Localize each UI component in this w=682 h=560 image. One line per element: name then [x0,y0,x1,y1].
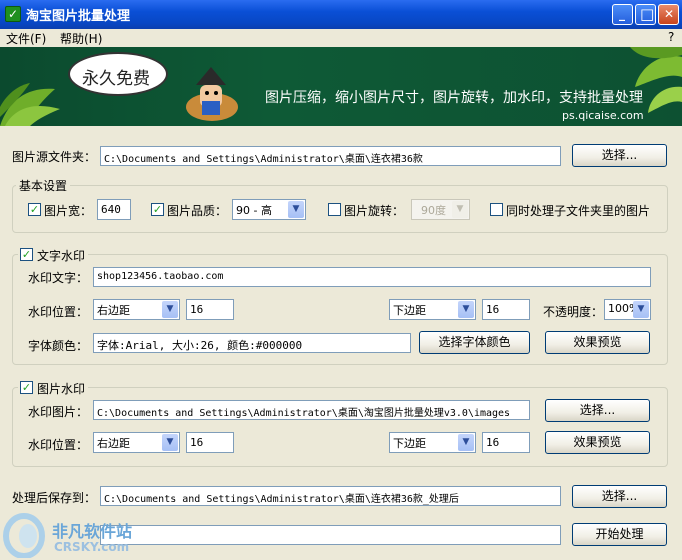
output-select-button[interactable]: 选择... [572,485,667,508]
image-vertical-position-value: 下边距 [393,437,426,450]
image-watermark-checkbox[interactable]: ✓ [20,381,33,394]
vertical-position-select[interactable]: 下边距 ▼ [389,299,476,320]
minimize-icon: _ [619,7,625,21]
chevron-down-icon: ▼ [162,301,178,318]
watermark-site-name: 非凡软件站 [52,522,133,541]
width-label: 图片宽： [44,204,93,218]
rotate-label: 图片旋转： [344,204,405,218]
horizontal-position-value: 右边距 [97,304,130,317]
opacity-select[interactable]: 100% ▼ [604,299,651,320]
chevron-down-icon: ▼ [288,201,304,218]
window-title: 淘宝图片批量处理 [26,9,131,24]
chevron-down-icon: ▼ [458,434,474,451]
subfolder-label: 同时处理子文件夹里的图片 [506,204,651,218]
banner: 永久免费 图片压缩，缩小图片尺寸，图片旋转，加水印，支持批量处理 ps.qica… [0,47,682,126]
output-folder-input[interactable]: C:\Documents and Settings\Administrator\… [100,486,561,506]
text-watermark-checkbox[interactable]: ✓ [20,248,33,261]
close-button[interactable]: ✕ [658,4,679,25]
quality-checkbox[interactable]: ✓ [151,203,164,216]
subfolder-checkbox[interactable] [490,203,503,216]
vertical-margin-input[interactable]: 16 [482,299,530,320]
rotate-select-value: 90度 [421,204,446,217]
opacity-label: 不透明度： [543,305,604,319]
banner-url: ps.qicaise.com [562,109,644,122]
quality-label: 图片品质： [167,204,228,218]
text-preview-button[interactable]: 效果预览 [545,331,650,354]
watermark-image-select-button[interactable]: 选择... [545,399,650,422]
title-bar[interactable]: ✓ 淘宝图片批量处理 _ □ ✕ [0,0,682,29]
basic-settings-legend: 基本设置 [16,177,71,194]
width-input[interactable]: 640 [97,199,131,220]
watermark-text-input[interactable]: shop123456.taobao.com [93,267,651,287]
select-font-color-button[interactable]: 选择字体颜色 [419,331,530,354]
minimize-button[interactable]: _ [612,4,633,25]
image-horizontal-position-value: 右边距 [97,437,130,450]
chevron-down-icon: ▼ [162,434,178,451]
image-watermark-position-label: 水印位置： [28,438,89,452]
chevron-down-icon: ▼ [633,301,649,318]
watermark-domain: CRSKY.com [54,540,130,554]
watermark-image-input[interactable]: C:\Documents and Settings\Administrator\… [93,400,530,420]
chevron-down-icon: ▼ [458,301,474,318]
menu-file[interactable]: 文件(F) [6,30,46,47]
maximize-icon: □ [640,5,655,23]
image-horizontal-margin-input[interactable]: 16 [186,432,234,453]
chevron-down-icon: ▼ [452,201,468,218]
image-vertical-position-select[interactable]: 下边距 ▼ [389,432,476,453]
start-processing-button[interactable]: 开始处理 [572,523,667,546]
source-folder-input[interactable]: C:\Documents and Settings\Administrator\… [100,146,561,166]
close-icon: ✕ [664,7,675,21]
watermark-text-label: 水印文字： [28,271,89,285]
horizontal-position-select[interactable]: 右边距 ▼ [93,299,180,320]
font-color-input[interactable]: 字体:Arial, 大小:26, 颜色:#000000 [93,333,411,353]
help-question-icon[interactable]: ? [668,30,674,44]
cartoon-character-icon [186,67,238,121]
crsky-logo-icon [3,513,45,558]
watermark-position-label: 水印位置： [28,305,89,319]
image-vertical-margin-input[interactable]: 16 [482,432,530,453]
output-folder-label: 处理后保存到： [12,491,97,505]
progress-bar [100,525,561,545]
quality-select-value: 90 - 高 [236,204,272,217]
app-icon: ✓ [5,6,21,22]
menu-bar: 文件(F) 帮助(H) ? [0,29,682,47]
bubble-text: 永久免费 [82,69,150,89]
font-color-label: 字体颜色： [28,339,89,353]
menu-help[interactable]: 帮助(H) [60,30,102,47]
source-folder-label: 图片源文件夹： [12,150,97,164]
text-watermark-legend: 文字水印 [34,247,89,264]
image-horizontal-position-select[interactable]: 右边距 ▼ [93,432,180,453]
maximize-button[interactable]: □ [635,4,656,25]
rotate-select[interactable]: 90度 ▼ [411,199,470,220]
image-watermark-legend: 图片水印 [34,380,89,397]
vertical-position-value: 下边距 [393,304,426,317]
leaf-left-icon [0,83,60,126]
banner-slogan: 图片压缩，缩小图片尺寸，图片旋转，加水印，支持批量处理 [265,90,643,106]
width-checkbox[interactable]: ✓ [28,203,41,216]
image-preview-button[interactable]: 效果预览 [545,431,650,454]
quality-select[interactable]: 90 - 高 ▼ [232,199,306,220]
watermark-image-label: 水印图片： [28,405,89,419]
source-select-button[interactable]: 选择... [572,144,667,167]
rotate-checkbox[interactable] [328,203,341,216]
horizontal-margin-input[interactable]: 16 [186,299,234,320]
